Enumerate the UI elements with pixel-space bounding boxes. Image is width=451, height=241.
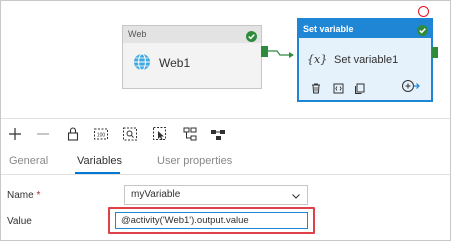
- layout-icon[interactable]: [210, 126, 226, 142]
- variable-name-dropdown[interactable]: myVariable: [124, 185, 308, 205]
- chevron-down-icon: [291, 190, 301, 208]
- tab-general[interactable]: General: [9, 155, 48, 167]
- svg-text:100: 100: [97, 133, 106, 139]
- auto-align-icon[interactable]: [182, 126, 198, 142]
- zoom-fit-icon[interactable]: [122, 126, 138, 142]
- copy-icon[interactable]: [354, 81, 365, 99]
- canvas-toolbar: 100: [1, 118, 450, 148]
- variable-name-value: myVariable: [131, 189, 181, 200]
- code-icon[interactable]: [333, 81, 344, 99]
- status-circle-indicator: [418, 6, 429, 17]
- select-icon[interactable]: [152, 126, 168, 142]
- tab-variables[interactable]: Variables: [77, 155, 122, 167]
- name-field-label: Name *: [7, 190, 41, 201]
- variable-fx-icon: {x}: [307, 53, 328, 66]
- set-variable-activity[interactable]: Set variable {x} Set variable1: [297, 18, 433, 102]
- zoom-100-icon[interactable]: 100: [93, 126, 109, 142]
- lock-icon[interactable]: [65, 126, 81, 142]
- add-output-icon[interactable]: [402, 79, 420, 98]
- active-tab-indicator: [75, 172, 120, 174]
- required-mark: *: [36, 190, 41, 201]
- set-variable-type-label: Set variable: [299, 20, 431, 38]
- tab-user-properties[interactable]: User properties: [157, 155, 232, 167]
- value-field-label: Value: [7, 216, 32, 227]
- remove-icon[interactable]: [35, 126, 51, 142]
- properties-tab-bar: General Variables User properties: [1, 148, 450, 175]
- add-icon[interactable]: [7, 126, 23, 142]
- output-handle[interactable]: [432, 47, 438, 58]
- success-check-icon: [417, 23, 428, 41]
- set-variable-activity-name: Set variable1: [334, 54, 399, 66]
- highlight-box: [108, 207, 315, 234]
- delete-icon[interactable]: [311, 81, 321, 99]
- pipeline-canvas[interactable]: Web Web1 Set variable {x} Set variable1: [1, 1, 450, 118]
